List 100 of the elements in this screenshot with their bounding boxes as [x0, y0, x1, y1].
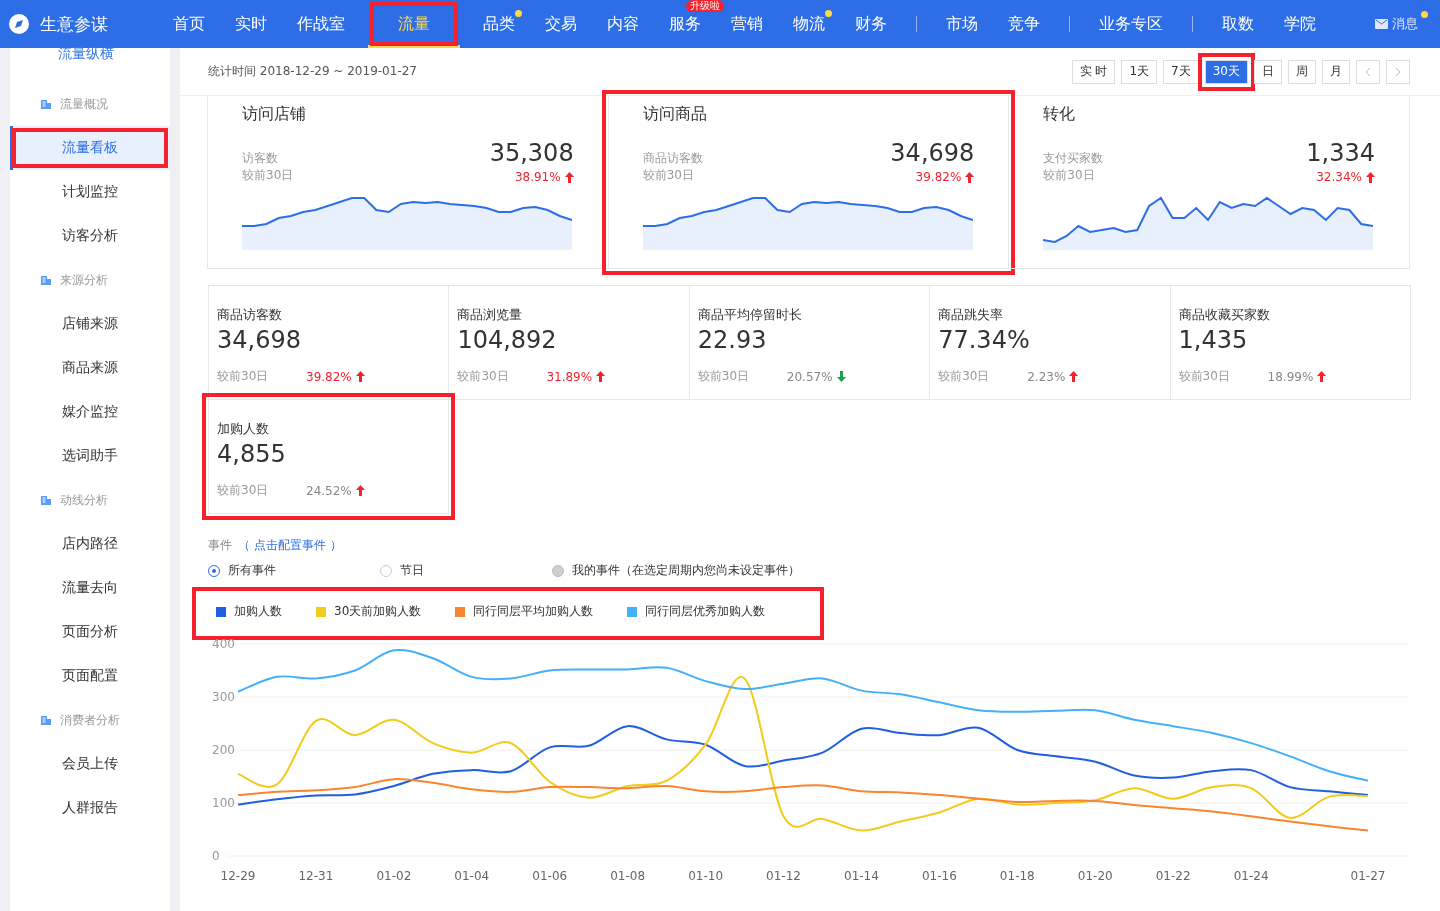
legend-label: 同行同层优秀加购人数 — [645, 603, 766, 620]
metric-card[interactable]: 商品平均停留时长 22.93 较前30日 20.57% — [688, 285, 931, 400]
nav-tab[interactable]: 物流 — [778, 13, 840, 35]
sidebar-title[interactable]: 流量纵横 — [10, 48, 170, 64]
metric-card[interactable]: 商品跳失率 77.34% 较前30日 2.23% — [929, 285, 1171, 400]
card-title: 访问店铺 — [242, 104, 307, 125]
metric-label: 商品访客数 — [642, 150, 703, 167]
sidebar-section-heading: 动线分析 — [60, 491, 108, 509]
nav-tab[interactable]: 业务专区 — [1084, 13, 1178, 35]
metric-value: 104,892 — [457, 326, 558, 354]
nav-tab[interactable]: 首页 — [158, 13, 220, 35]
radio-button[interactable] — [208, 564, 220, 577]
sidebar-item[interactable]: 选词助手 — [10, 434, 170, 478]
messages-link[interactable]: 消息 — [1375, 15, 1432, 33]
metric-label: 访客数 — [242, 150, 278, 167]
axis-label: 01-22 — [1155, 869, 1191, 883]
axis-label: 01-16 — [921, 869, 957, 883]
sidebar-item[interactable]: 流量去向 — [10, 566, 170, 610]
sidebar-item[interactable]: 人群报告 — [10, 786, 170, 830]
radio-label: 我的事件（在选定周期内您尚未设定事件） — [572, 562, 800, 579]
configure-events-link[interactable]: （ 点击配置事件 ） — [238, 537, 342, 554]
metric-value: 34,698 — [217, 326, 302, 354]
metric-name: 商品平均停留时长 — [697, 306, 803, 324]
axis-label: 01-02 — [376, 869, 412, 883]
axis-label: 200 — [212, 743, 235, 757]
nav-tab[interactable]: 品类 — [468, 13, 530, 35]
envelope-icon — [1375, 19, 1388, 29]
nav-tab[interactable]: 学院 — [1269, 13, 1331, 35]
legend-label: 同行同层平均加购人数 — [473, 603, 594, 620]
change-value: 24.52% — [306, 483, 352, 498]
metric-card[interactable]: 商品访客数 34,698 较前30日 39.82% — [208, 285, 450, 400]
sidebar-section-heading: 流量概况 — [60, 95, 108, 113]
sidebar-item[interactable]: 店内路径 — [10, 522, 170, 566]
sidebar-item[interactable]: 商品来源 — [10, 346, 170, 390]
metric-value: 34,698 — [890, 139, 975, 167]
nav-tab[interactable]: 营销 — [716, 13, 778, 35]
sidebar-item[interactable]: 会员上传 — [10, 742, 170, 786]
sidebar-item[interactable]: 计划监控 — [10, 170, 170, 214]
nav-badge: 升级啦 — [686, 0, 724, 12]
period-label: 统计时间 2018-12-29 ~ 2019-01-27 — [208, 63, 417, 80]
building-icon — [40, 714, 52, 726]
metric-label: 支付买家数 — [1043, 150, 1104, 167]
range-button[interactable]: 日 — [1254, 59, 1282, 84]
sidebar-item[interactable]: 页面分析 — [10, 610, 170, 654]
range-button[interactable]: 7天 — [1163, 59, 1199, 84]
compare-label: 较前30日 — [1043, 167, 1095, 184]
axis-label: 01-08 — [610, 869, 646, 883]
nav-tab[interactable]: 取数 — [1207, 13, 1269, 35]
metric-value: 4,855 — [217, 440, 287, 468]
axis-label: 12-29 — [220, 869, 256, 883]
sidebar-item[interactable]: 流量看板 — [10, 126, 170, 170]
card-title: 访问商品 — [642, 104, 708, 125]
metric-name: 商品访客数 — [217, 306, 283, 324]
building-icon — [40, 98, 52, 110]
sidebar-item[interactable]: 访客分析 — [10, 214, 170, 258]
change-value: 38.91% — [514, 170, 561, 184]
compare-label: 较前30日 — [642, 167, 694, 184]
card-title: 转化 — [1043, 104, 1077, 125]
range-button[interactable]: 1天 — [1121, 59, 1158, 84]
radio-label: 节日 — [400, 562, 424, 579]
axis-label: 01-24 — [1233, 869, 1269, 883]
change-value: 18.99% — [1267, 369, 1314, 384]
nav-tab[interactable]: 市场 — [931, 13, 993, 35]
compare-label: 较前30日 — [457, 368, 510, 385]
nav-tab[interactable]: 实时 — [220, 13, 282, 35]
building-icon — [40, 274, 52, 286]
axis-label: 01-06 — [532, 869, 568, 883]
change-value: 31.89% — [546, 369, 593, 384]
nav-tab[interactable]: 交易 — [530, 13, 592, 35]
metric-card[interactable]: 商品收藏买家数 1,435 较前30日 18.99% — [1169, 285, 1411, 400]
metric-name: 商品跳失率 — [938, 306, 1005, 324]
legend-label: 加购人数 — [234, 603, 282, 620]
metric-name: 商品收藏买家数 — [1178, 306, 1271, 324]
nav-tab[interactable]: 服务 — [654, 13, 716, 35]
nav-tab[interactable]: 竞争 — [993, 13, 1055, 35]
sidebar-item[interactable]: 店铺来源 — [10, 302, 170, 346]
compare-label: 较前30日 — [217, 482, 270, 499]
axis-label: 01-10 — [688, 869, 723, 883]
nav-tab[interactable]: 作战室 — [282, 13, 360, 35]
previous-button[interactable] — [1356, 59, 1380, 84]
change-value: 20.57% — [786, 369, 833, 384]
nav-tab[interactable]: 财务 — [840, 13, 902, 35]
sidebar-item[interactable]: 页面配置 — [10, 654, 170, 698]
metric-card[interactable]: 商品浏览量 104,892 较前30日 31.89% — [448, 285, 690, 400]
change-value: 2.23% — [1027, 369, 1066, 384]
range-button[interactable]: 月 — [1322, 59, 1350, 84]
axis-label: 01-04 — [454, 869, 490, 883]
nav-tab[interactable]: 内容 — [592, 13, 654, 35]
axis-label: 01-18 — [999, 869, 1035, 883]
metric-value: 77.34% — [938, 326, 1031, 354]
axis-label: 12-31 — [298, 869, 334, 883]
range-button[interactable]: 周 — [1288, 59, 1316, 84]
next-button[interactable] — [1386, 59, 1410, 84]
radio-button[interactable] — [380, 564, 392, 577]
sidebar-item[interactable]: 媒介监控 — [10, 390, 170, 434]
radio-label: 所有事件 — [228, 562, 276, 579]
axis-label: 01-12 — [766, 869, 801, 883]
metric-value: 35,308 — [489, 139, 574, 167]
metric-value: 1,435 — [1178, 326, 1249, 354]
range-button[interactable]: 实 时 — [1071, 59, 1116, 84]
